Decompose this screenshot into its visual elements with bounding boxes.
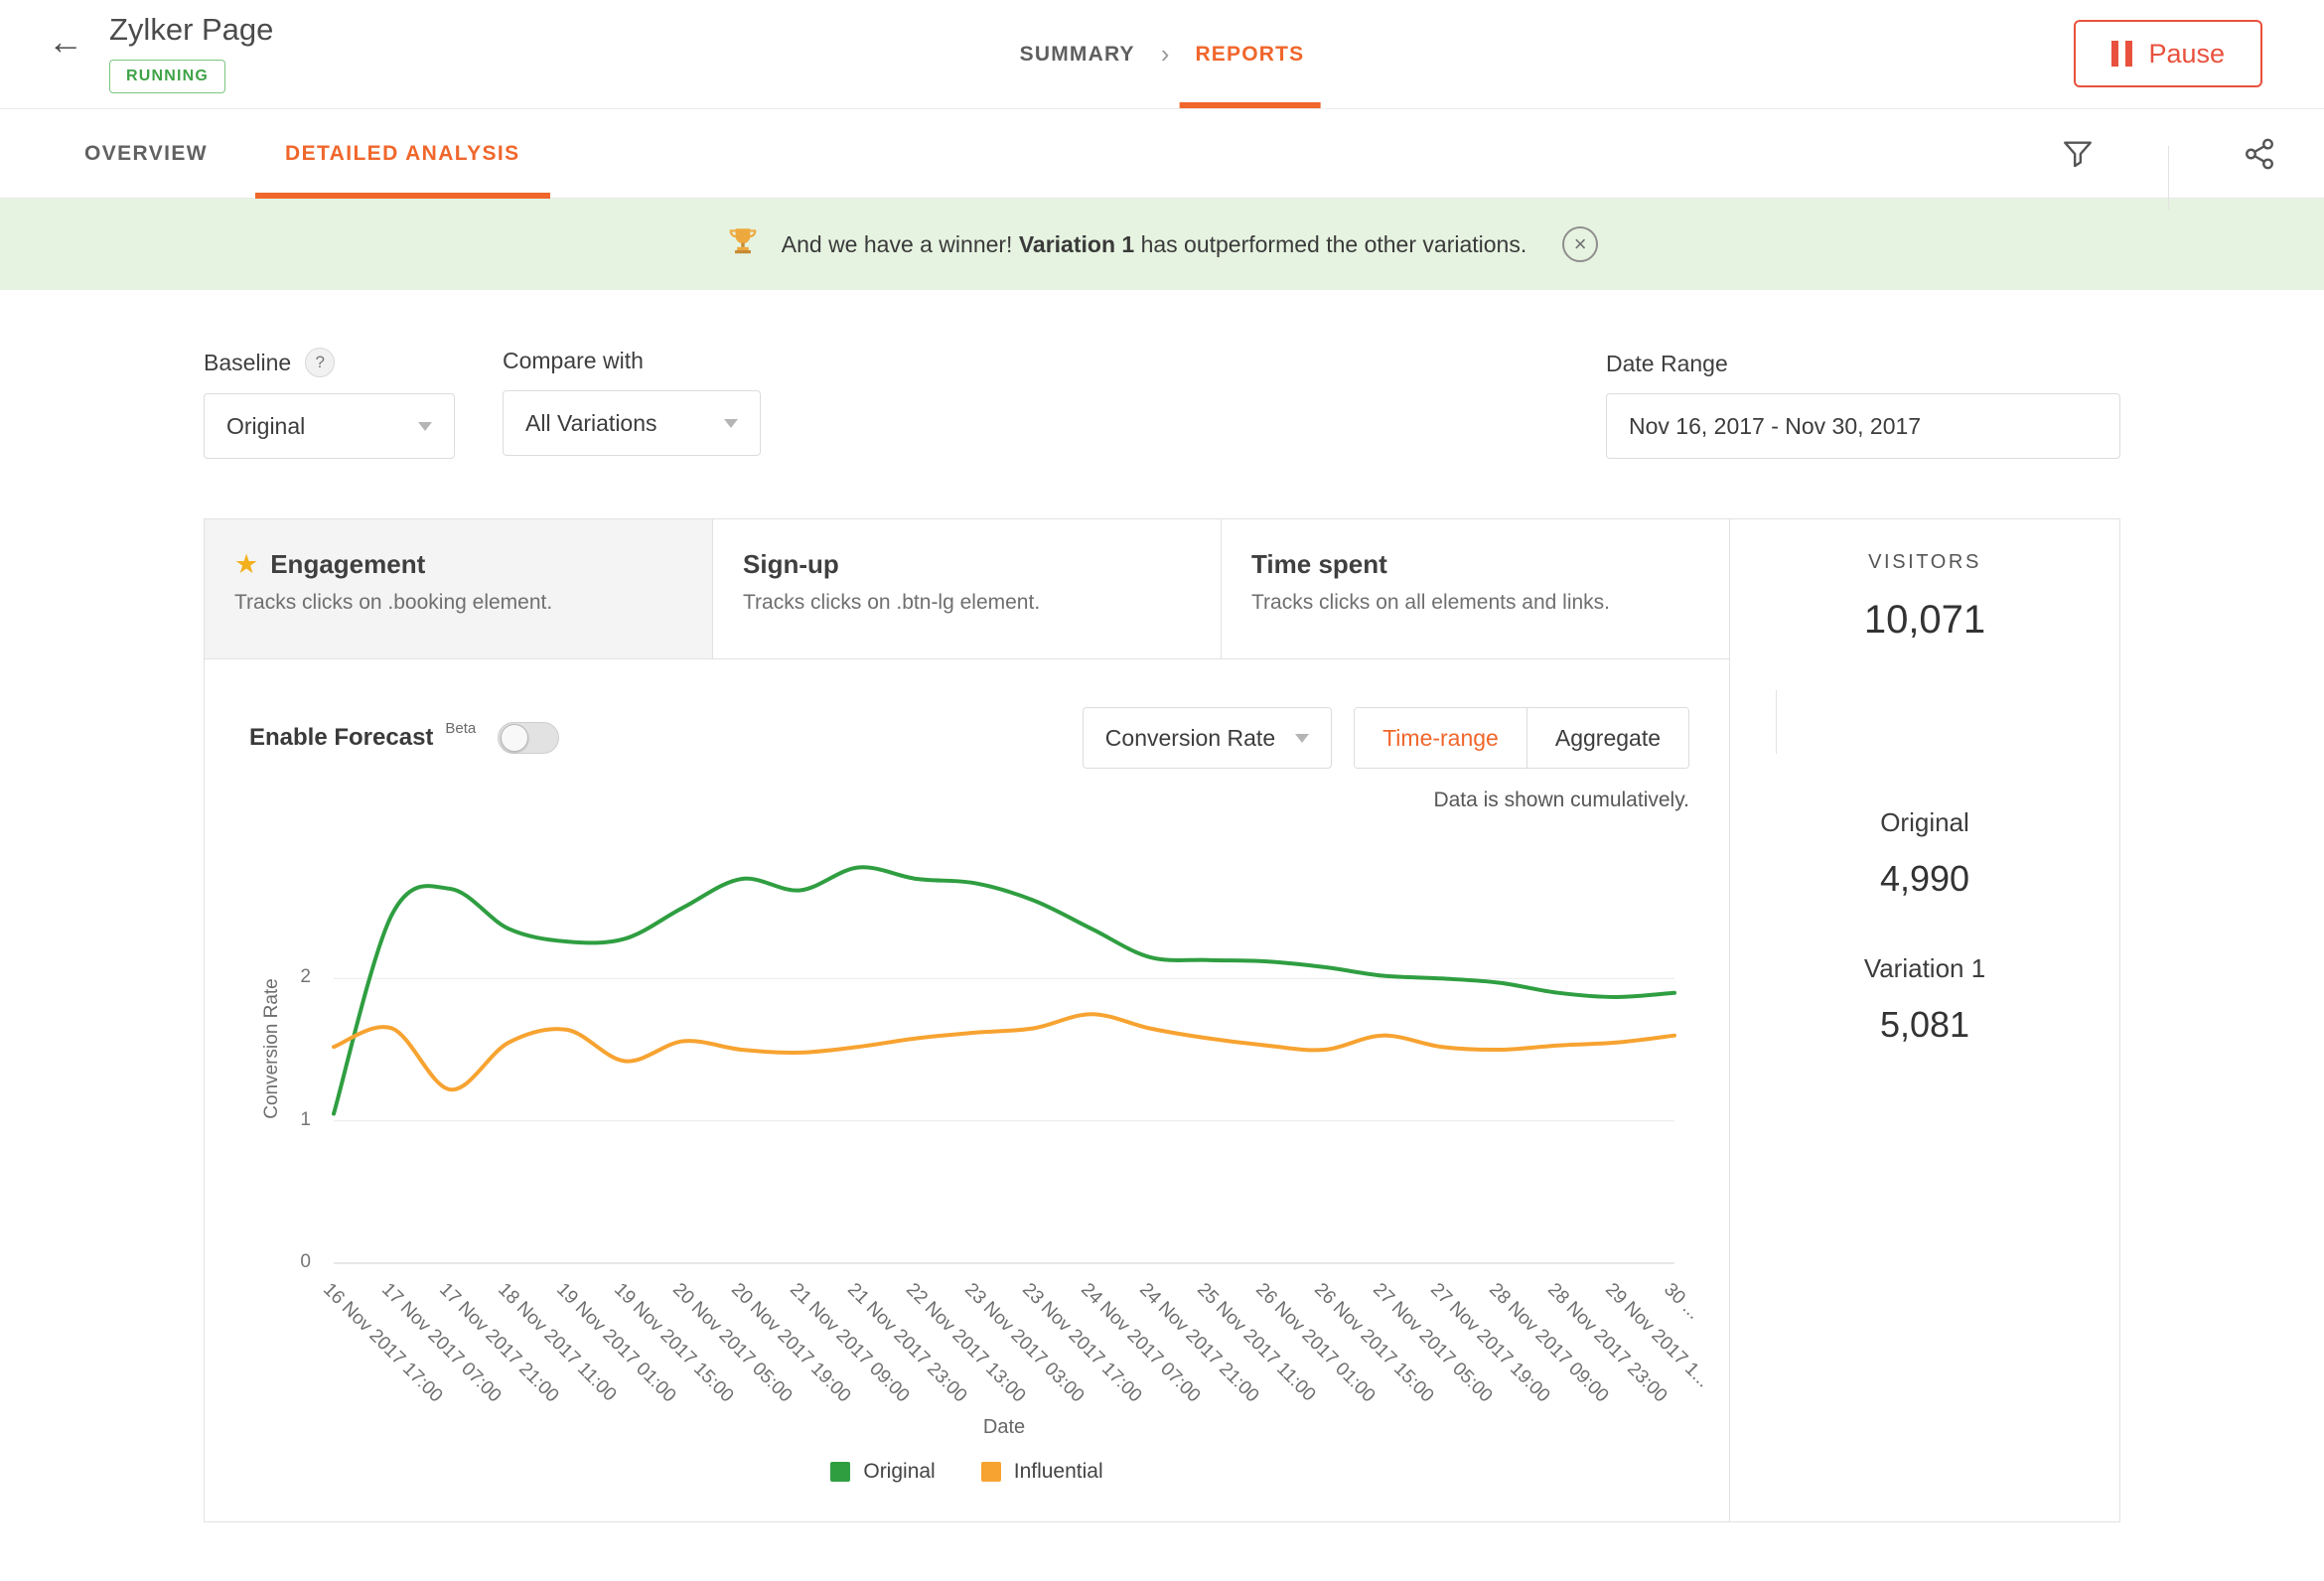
- variant-name: Variation 1: [1750, 953, 2100, 984]
- variant-name: Original: [1750, 807, 2100, 838]
- chart-line-influential: [334, 1014, 1674, 1089]
- chevron-down-icon: [724, 419, 738, 428]
- back-arrow-icon[interactable]: ←: [48, 24, 83, 93]
- legend-item-influential[interactable]: Influential: [981, 1460, 1103, 1484]
- chevron-down-icon: [1295, 734, 1309, 743]
- breadcrumb-summary[interactable]: SUMMARY: [1020, 43, 1135, 67]
- divider: [1776, 690, 1777, 754]
- time-range-button[interactable]: Time-range: [1355, 708, 1527, 768]
- goal-title: Time spent: [1251, 549, 1387, 580]
- divider: [2168, 146, 2169, 210]
- y-tick-label: 2: [249, 966, 311, 988]
- pause-button-label: Pause: [2148, 39, 2225, 70]
- goal-title: Sign-up: [743, 549, 839, 580]
- breadcrumb: SUMMARY › REPORTS: [1020, 0, 1305, 108]
- tab-detailed-analysis[interactable]: DETAILED ANALYSIS: [285, 109, 520, 198]
- page-title: Zylker Page: [109, 12, 273, 48]
- variant-visitors: 4,990: [1750, 858, 2100, 900]
- legend-label: Original: [863, 1460, 935, 1484]
- goal-description: Tracks clicks on .booking element.: [234, 591, 682, 615]
- cumulative-note: Data is shown cumulatively.: [205, 789, 1689, 812]
- trophy-icon: [726, 224, 760, 264]
- goal-description: Tracks clicks on .btn-lg element.: [743, 591, 1191, 615]
- chevron-down-icon: [418, 422, 432, 431]
- date-range-label: Date Range: [1606, 351, 1728, 377]
- variant-visitors: 5,081: [1750, 1004, 2100, 1046]
- date-range-input[interactable]: Nov 16, 2017 - Nov 30, 2017: [1606, 393, 2120, 459]
- metric-select-value: Conversion Rate: [1105, 725, 1275, 752]
- enable-forecast-label: Enable Forecast: [249, 724, 433, 752]
- goal-tab-signup[interactable]: Sign-up Tracks clicks on .btn-lg element…: [713, 519, 1222, 658]
- chart-legend: Original Influential: [205, 1450, 1729, 1521]
- winner-banner: And we have a winner! Variation 1 has ou…: [0, 199, 2324, 290]
- date-range-value: Nov 16, 2017 - Nov 30, 2017: [1629, 413, 1921, 440]
- visitors-panel: VISITORS 10,071 Original 4,990 Variation…: [1730, 519, 2119, 1521]
- report-card: ★ Engagement Tracks clicks on .booking e…: [204, 518, 2120, 1522]
- filter-icon[interactable]: [2013, 137, 2142, 171]
- forecast-toggle[interactable]: [498, 722, 559, 754]
- x-axis-label: 30 ...: [1659, 1279, 1703, 1324]
- share-icon[interactable]: [2195, 137, 2324, 171]
- close-icon[interactable]: ×: [1562, 226, 1598, 262]
- pause-icon: [2111, 41, 2132, 67]
- chart-plot-area: [334, 836, 1674, 1263]
- legend-item-original[interactable]: Original: [830, 1460, 935, 1484]
- baseline-select[interactable]: Original: [204, 393, 455, 459]
- goal-tabs: ★ Engagement Tracks clicks on .booking e…: [205, 519, 1729, 659]
- compare-with-select[interactable]: All Variations: [503, 390, 761, 456]
- y-axis-title: Conversion Rate: [261, 835, 283, 1262]
- aggregate-button[interactable]: Aggregate: [1527, 708, 1688, 768]
- top-bar: ← Zylker Page RUNNING SUMMARY › REPORTS …: [0, 0, 2324, 109]
- baseline-select-value: Original: [226, 413, 305, 440]
- beta-badge: Beta: [445, 720, 476, 737]
- view-mode-group: Time-range Aggregate: [1354, 707, 1689, 769]
- chart-line-original: [334, 867, 1674, 1113]
- legend-label: Influential: [1014, 1460, 1103, 1484]
- x-axis-label: 29 Nov 2017 1...: [1601, 1279, 1714, 1392]
- winner-text: And we have a winner! Variation 1 has ou…: [782, 231, 1526, 258]
- star-icon: ★: [234, 551, 258, 578]
- y-tick-label: 1: [249, 1109, 311, 1131]
- x-axis-title: Date: [334, 1416, 1674, 1439]
- legend-swatch: [830, 1462, 850, 1482]
- chevron-right-icon: ›: [1161, 39, 1170, 70]
- compare-with-label: Compare with: [503, 348, 644, 374]
- conversion-rate-chart: Conversion Rate Date 01216 Nov 2017 17:0…: [249, 824, 1684, 1450]
- goal-tab-time-spent[interactable]: Time spent Tracks clicks on all elements…: [1222, 519, 1729, 658]
- pause-button[interactable]: Pause: [2074, 20, 2262, 87]
- baseline-label: Baseline: [204, 350, 291, 376]
- metric-select[interactable]: Conversion Rate: [1083, 707, 1332, 769]
- visitors-label: VISITORS: [1750, 551, 2100, 574]
- breadcrumb-reports[interactable]: REPORTS: [1195, 0, 1304, 108]
- visitors-total: 10,071: [1750, 598, 2100, 643]
- status-badge: RUNNING: [109, 60, 225, 93]
- goal-tab-engagement[interactable]: ★ Engagement Tracks clicks on .booking e…: [205, 519, 713, 658]
- legend-swatch: [981, 1462, 1001, 1482]
- filter-controls: Baseline ? Original Compare with All Var…: [204, 348, 2120, 459]
- goal-title: Engagement: [270, 549, 425, 580]
- goal-description: Tracks clicks on all elements and links.: [1251, 591, 1699, 615]
- y-tick-label: 0: [249, 1251, 311, 1273]
- chart-header: Enable Forecast Beta Conversion Rate Tim…: [249, 707, 1689, 769]
- compare-select-value: All Variations: [525, 410, 657, 437]
- tab-overview[interactable]: OVERVIEW: [84, 109, 208, 198]
- help-icon[interactable]: ?: [305, 348, 335, 377]
- report-tabs: OVERVIEW DETAILED ANALYSIS: [0, 109, 2324, 199]
